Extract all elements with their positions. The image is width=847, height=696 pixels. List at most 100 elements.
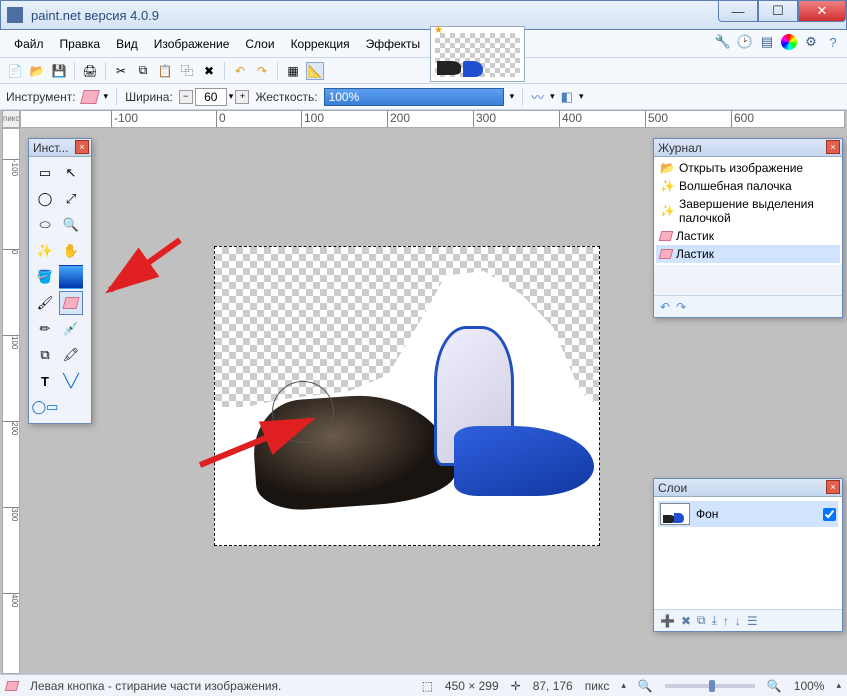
- layers-panel[interactable]: Слои × Фон ➕ ✖ ⧉ ⤓ ↑ ↓ ☰: [653, 478, 843, 632]
- width-dropdown-icon[interactable]: ▾: [229, 91, 234, 102]
- current-tool-eraser-icon[interactable]: [80, 90, 100, 104]
- menu-view[interactable]: Вид: [108, 33, 146, 55]
- tools-panel[interactable]: Инст... × ▭ ↖ ◯ ⤢ ⬭ 🔍 ✨ ✋ 🪣 🖌 ✏ 💉 ⧉ 🖍 T …: [28, 138, 92, 424]
- history-panel-titlebar[interactable]: Журнал ×: [654, 139, 842, 157]
- save-file-icon[interactable]: 💾: [50, 62, 68, 80]
- colors-window-icon[interactable]: [781, 34, 797, 50]
- brush-width-stepper[interactable]: − ▾ +: [179, 88, 250, 106]
- brush-width-input[interactable]: [195, 88, 227, 106]
- paste-icon[interactable]: 📋: [156, 62, 174, 80]
- tool-pencil[interactable]: ✏: [33, 317, 57, 341]
- window-minimize-button[interactable]: —: [718, 1, 758, 22]
- tool-lasso-select[interactable]: ◯: [33, 187, 57, 211]
- delete-layer-icon[interactable]: ✖: [681, 614, 691, 628]
- redo-icon[interactable]: ↷: [253, 62, 271, 80]
- tool-paintbrush[interactable]: 🖌: [33, 291, 57, 315]
- layer-visibility-checkbox[interactable]: [823, 508, 836, 521]
- layers-panel-close-button[interactable]: ×: [826, 480, 840, 494]
- menu-adjustments[interactable]: Коррекция: [283, 33, 358, 55]
- history-item[interactable]: 📂Открыть изображение: [656, 159, 840, 177]
- open-file-icon[interactable]: 📂: [28, 62, 46, 80]
- tool-dropdown-icon[interactable]: ▾: [104, 91, 109, 102]
- zoom-dropdown-icon[interactable]: ▴: [836, 680, 841, 691]
- tool-line[interactable]: ╲╱: [59, 369, 83, 393]
- help-icon[interactable]: ?: [825, 34, 841, 50]
- zoom-out-icon[interactable]: 🔍: [638, 679, 653, 693]
- tool-text[interactable]: T: [33, 369, 57, 393]
- ruler-toggle-icon[interactable]: 📐: [306, 62, 324, 80]
- window-close-button[interactable]: ✕: [798, 1, 846, 22]
- canvas[interactable]: [214, 246, 600, 546]
- move-down-icon[interactable]: ↓: [735, 614, 741, 628]
- history-item[interactable]: ✨Завершение выделения палочкой: [656, 195, 840, 227]
- history-panel[interactable]: Журнал × 📂Открыть изображение ✨Волшебная…: [653, 138, 843, 318]
- history-item[interactable]: ✨Волшебная палочка: [656, 177, 840, 195]
- zoom-in-icon[interactable]: 🔍: [767, 679, 782, 693]
- window-maximize-button[interactable]: ☐: [758, 1, 798, 22]
- print-icon[interactable]: 🖨: [81, 62, 99, 80]
- menu-effects[interactable]: Эффекты: [358, 33, 429, 55]
- tool-zoom[interactable]: 🔍: [59, 213, 83, 237]
- window-titlebar: paint.net версия 4.0.9 — ☐ ✕: [0, 0, 847, 30]
- unit-dropdown-icon[interactable]: ▴: [621, 680, 626, 691]
- tool-move-selected[interactable]: ↖: [59, 161, 83, 185]
- tool-pan[interactable]: ✋: [59, 239, 83, 263]
- crop-icon[interactable]: ⿻: [178, 62, 196, 80]
- width-increase-button[interactable]: +: [235, 90, 249, 104]
- zoom-slider[interactable]: [665, 684, 755, 688]
- hardness-slider[interactable]: 100%: [324, 88, 504, 106]
- menu-edit[interactable]: Правка: [52, 33, 109, 55]
- antialias-icon[interactable]: 〰: [531, 87, 544, 106]
- history-undo-icon[interactable]: ↶: [660, 300, 670, 314]
- tools-panel-titlebar[interactable]: Инст... ×: [29, 139, 91, 157]
- add-layer-icon[interactable]: ➕: [660, 614, 675, 628]
- tool-gradient[interactable]: [59, 265, 83, 289]
- status-unit[interactable]: пикс: [585, 679, 610, 693]
- menu-image[interactable]: Изображение: [146, 33, 238, 55]
- document-thumbnail[interactable]: ★: [430, 26, 525, 82]
- antialias-dropdown-icon[interactable]: ▾: [550, 91, 555, 102]
- duplicate-layer-icon[interactable]: ⧉: [697, 613, 706, 628]
- history-item-label: Волшебная палочка: [679, 179, 792, 193]
- new-file-icon[interactable]: 📄: [6, 62, 24, 80]
- history-item[interactable]: Ластик: [656, 227, 840, 245]
- menu-file[interactable]: Файл: [6, 33, 52, 55]
- history-panel-close-button[interactable]: ×: [826, 140, 840, 154]
- tool-eraser[interactable]: [59, 291, 83, 315]
- history-window-icon[interactable]: 🕑: [737, 34, 753, 50]
- grid-icon[interactable]: ▦: [284, 62, 302, 80]
- undo-icon[interactable]: ↶: [231, 62, 249, 80]
- cut-icon[interactable]: ✂: [112, 62, 130, 80]
- blend-dropdown-icon[interactable]: ▾: [579, 91, 584, 102]
- tool-shapes[interactable]: ◯▭: [33, 395, 57, 419]
- tool-options-bar: Инструмент: ▾ Ширина: − ▾ + Жесткость: 1…: [0, 84, 847, 110]
- tool-move-selection[interactable]: ⤢: [59, 187, 83, 211]
- tools-window-icon[interactable]: 🔧: [715, 34, 731, 50]
- history-item-label: Ластик: [676, 229, 714, 243]
- tool-ellipse-select[interactable]: ⬭: [33, 213, 57, 237]
- copy-icon[interactable]: ⧉: [134, 62, 152, 80]
- app-icon: [7, 7, 23, 23]
- layer-properties-icon[interactable]: ☰: [747, 614, 758, 628]
- tool-recolor[interactable]: 🖍: [59, 343, 83, 367]
- tool-color-picker[interactable]: 💉: [59, 317, 83, 341]
- move-up-icon[interactable]: ↑: [723, 614, 729, 628]
- blend-mode-icon[interactable]: ◧: [561, 89, 573, 105]
- width-decrease-button[interactable]: −: [179, 90, 193, 104]
- deselect-icon[interactable]: ✖: [200, 62, 218, 80]
- tool-rectangle-select[interactable]: ▭: [33, 161, 57, 185]
- menu-bar: Файл Правка Вид Изображение Слои Коррекц…: [0, 30, 847, 58]
- history-item[interactable]: Ластик: [656, 245, 840, 263]
- history-redo-icon[interactable]: ↷: [676, 300, 686, 314]
- layers-panel-titlebar[interactable]: Слои ×: [654, 479, 842, 497]
- tools-panel-close-button[interactable]: ×: [75, 140, 89, 154]
- layer-item[interactable]: Фон: [658, 501, 838, 527]
- layers-window-icon[interactable]: ▤: [759, 34, 775, 50]
- tool-paint-bucket[interactable]: 🪣: [33, 265, 57, 289]
- tool-clone-stamp[interactable]: ⧉: [33, 343, 57, 367]
- menu-layers[interactable]: Слои: [237, 33, 282, 55]
- hardness-dropdown-icon[interactable]: ▾: [510, 91, 515, 102]
- merge-down-icon[interactable]: ⤓: [712, 613, 717, 628]
- settings-icon[interactable]: ⚙: [803, 34, 819, 50]
- tool-magic-wand[interactable]: ✨: [33, 239, 57, 263]
